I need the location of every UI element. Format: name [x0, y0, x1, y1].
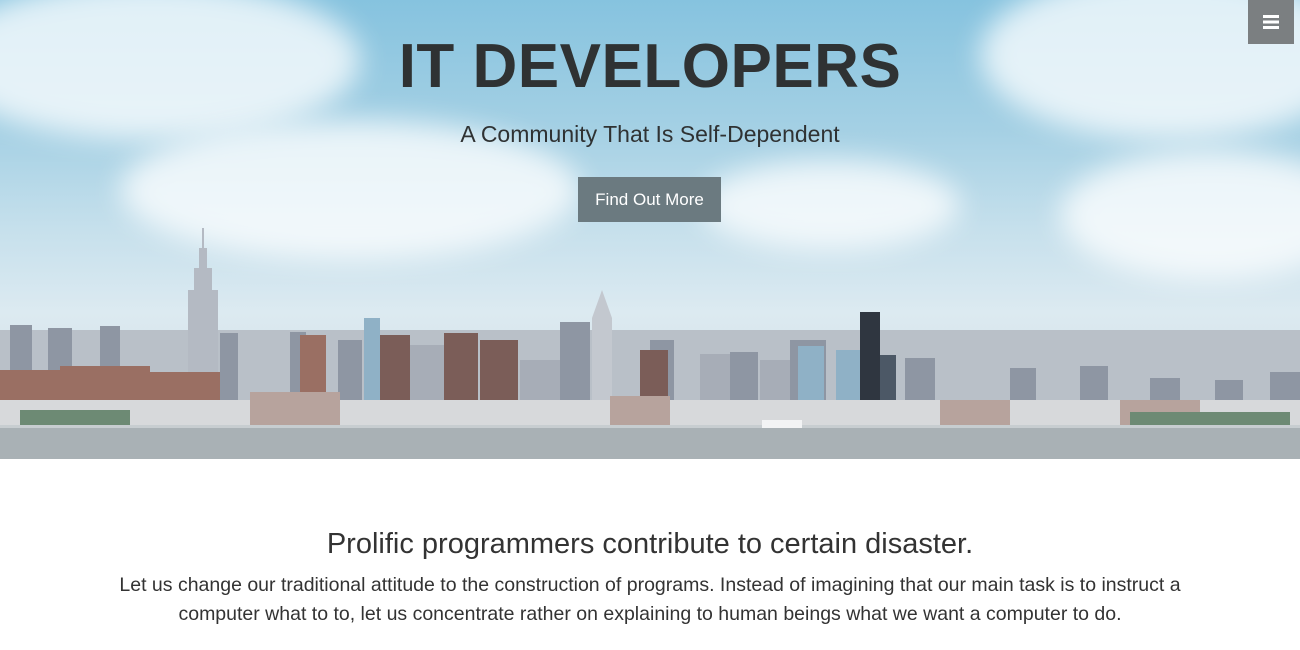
find-out-more-button[interactable]: Find Out More [578, 177, 721, 222]
intro-paragraph: Let us change our traditional attitude t… [119, 574, 1181, 625]
menu-toggle-button[interactable] [1248, 0, 1294, 44]
intro-heading: Prolific programmers contribute to certa… [326, 528, 974, 560]
hero-title: IT DEVELOPERS [398, 32, 902, 101]
hero-section: IT DEVELOPERS A Community That Is Self-D… [0, 0, 1300, 459]
hero-subtitle: A Community That Is Self-Dependent [460, 121, 840, 147]
hamburger-menu-icon [1263, 15, 1279, 29]
